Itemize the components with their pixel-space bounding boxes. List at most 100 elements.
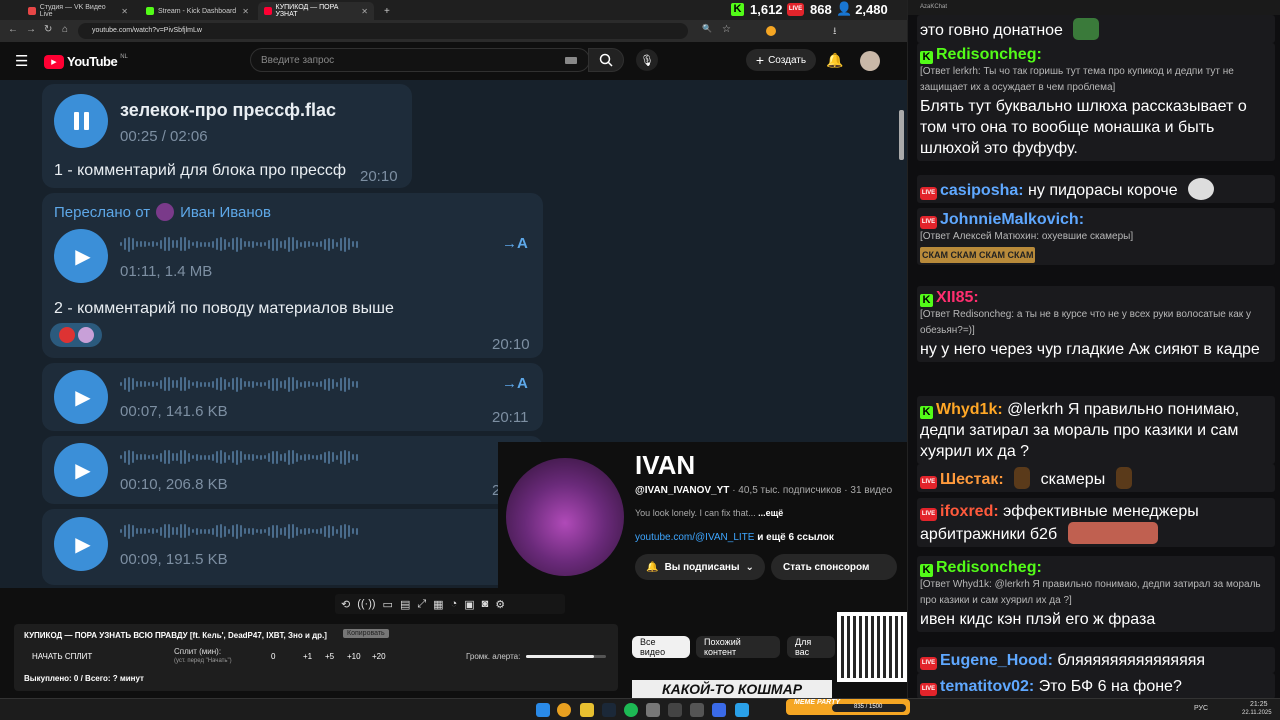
forward-icon[interactable]: → [26,24,36,35]
search-input[interactable]: Введите запрос [250,48,590,72]
start-split-button[interactable]: НАЧАТЬ СПЛИТ [32,652,92,661]
film-icon[interactable]: ▤ [400,598,410,611]
pause-button[interactable] [54,94,108,148]
gear-icon[interactable]: ⚙ [495,598,505,611]
clock-date[interactable]: 22.11.2025 [1242,710,1272,716]
chip-for-you[interactable]: Для вас [787,636,835,658]
bookmark-star-icon[interactable]: ☆ [722,24,731,35]
extension-icon[interactable] [766,26,776,36]
chrome-icon[interactable] [557,703,571,717]
more-link[interactable]: ...ещё [758,508,783,518]
home-icon[interactable]: ⌂ [62,24,68,35]
tab-youtube[interactable]: КУПИКОД — ПОРА УЗНАТ ✕ [258,2,374,20]
username[interactable]: Шестак: [940,471,1004,488]
folder-icon[interactable] [580,703,594,717]
close-tab-icon[interactable]: ✕ [242,7,249,16]
username[interactable]: XII85: [936,289,979,306]
add-1-button[interactable]: +1 [303,652,312,661]
player-controls: ⟲ ((·)) ▭ ▤ ⤢ ▦ ◔ ▣ ◙ ⚙ [335,594,565,614]
split-value[interactable]: 0 [271,652,275,661]
chat-message: K Redisoncheg: [Ответ Whyd1k: @lerkrh Я п… [917,556,1275,632]
play-button[interactable]: ▶ [54,443,108,497]
speed-icon[interactable]: ◔ [451,598,458,610]
reply-quote: [Ответ lerkrh: Ты чо так горишь тут тема… [920,66,1234,93]
waveform[interactable] [120,522,358,540]
username[interactable]: Redisoncheg: [936,46,1042,63]
discord-icon[interactable] [712,703,726,717]
app-icon[interactable] [690,703,704,717]
app-icon[interactable] [668,703,682,717]
add-10-button[interactable]: +10 [347,652,361,661]
sponsor-button[interactable]: Стать спонсором [771,554,897,580]
search-button[interactable] [588,48,624,72]
start-icon[interactable] [536,703,550,717]
subscribed-button[interactable]: 🔔 Вы подписаны ⌄ [635,554,765,580]
channel-links: youtube.com/@IVAN_LITE и ещё 6 ссылок [635,532,834,543]
close-tab-icon[interactable]: ✕ [361,7,368,16]
clock-time[interactable]: 21:25 [1250,701,1268,708]
camera-icon[interactable]: ◙ [482,598,489,610]
notifications-icon[interactable]: 🔔 [826,52,843,69]
menu-icon[interactable]: ☰ [15,52,28,70]
transcribe-button[interactable]: →A [502,375,528,392]
chip-related[interactable]: Похожий контент [696,636,780,658]
waveform[interactable] [120,235,358,253]
zoom-icon[interactable]: 🔍 [702,24,712,33]
forward-author[interactable]: Иван Иванов [180,204,271,221]
tab-vk-studio[interactable]: Студия — VK Видео Live ✕ [22,2,134,20]
reload-icon[interactable]: ↻ [44,24,52,35]
waveform[interactable] [120,448,358,466]
volume-slider[interactable] [526,655,606,658]
resize-icon[interactable]: ⤢ [417,598,426,611]
username[interactable]: Whyd1k: [936,401,1003,418]
voice-search-button[interactable]: 🎙 [636,49,658,71]
telegram-icon[interactable] [735,703,749,717]
chat-message: K Whyd1k: @lerkrh Я правильно понимаю, де… [917,396,1275,464]
video-thumbnail[interactable]: КАКОЙ-ТО КОШМАР [632,680,832,698]
avatar[interactable] [860,51,880,71]
spotify-icon[interactable] [624,703,638,717]
youtube-logo[interactable]: ▶ YouTube NL [44,54,128,69]
frame-icon[interactable]: ▦ [433,598,443,611]
add-5-button[interactable]: +5 [325,652,334,661]
transcribe-button[interactable]: →A [502,235,528,252]
app-icon[interactable] [646,703,660,717]
play-button[interactable]: ▶ [54,229,108,283]
username[interactable]: tematitov02: [940,678,1034,695]
tab-kick-dashboard[interactable]: Stream - Kick Dashboard ✕ [140,2,255,20]
steam-icon[interactable] [602,703,616,717]
broadcast-icon[interactable]: ((·)) [357,598,375,610]
chat-message: LIVE Eugene_Hood: бляяяяяяяяяяяяяяя [917,647,1275,673]
message-text: Блять тут буквально шлюха рассказывает о… [920,98,1247,157]
play-button[interactable]: ▶ [54,517,108,571]
pip-icon[interactable]: ▣ [464,598,474,611]
scrollbar-thumb[interactable] [899,110,904,160]
reaction-chip[interactable] [50,323,102,347]
create-button[interactable]: + Создать [746,49,816,71]
back-icon[interactable]: ← [8,24,18,35]
tab-title: Студия — VK Видео Live [39,4,106,18]
download-icon[interactable]: ⭳ [833,24,837,41]
username[interactable]: Eugene_Hood: [940,652,1053,669]
channel-avatar[interactable] [506,458,624,576]
username[interactable]: JohnnieMalkovich: [940,211,1084,228]
username[interactable]: Redisoncheg: [936,559,1042,576]
username[interactable]: casiposha: [940,182,1024,199]
channel-description[interactable]: You look lonely. I can fix that... ...ещ… [635,508,783,518]
chip-all-videos[interactable]: Все видео [632,636,690,658]
keyboard-icon[interactable] [565,57,577,64]
username[interactable]: ifoxred: [940,503,999,520]
loop-icon[interactable]: ⟲ [341,598,350,611]
close-tab-icon[interactable]: ✕ [121,7,128,16]
more-links[interactable]: и ещё 6 ссылок [757,532,834,543]
channel-link[interactable]: youtube.com/@IVAN_LITE [635,532,754,543]
qr-code [837,612,907,682]
language-indicator[interactable]: РУС [1194,705,1208,712]
new-tab-button[interactable]: + [378,2,396,20]
screen-icon[interactable]: ▭ [383,598,393,611]
url-field[interactable]: youtube.com/watch?v=PivSbfjlmLw [78,23,688,39]
copy-button[interactable]: Копировать [343,629,389,638]
add-20-button[interactable]: +20 [372,652,386,661]
waveform[interactable] [120,375,358,393]
play-button[interactable]: ▶ [54,370,108,424]
